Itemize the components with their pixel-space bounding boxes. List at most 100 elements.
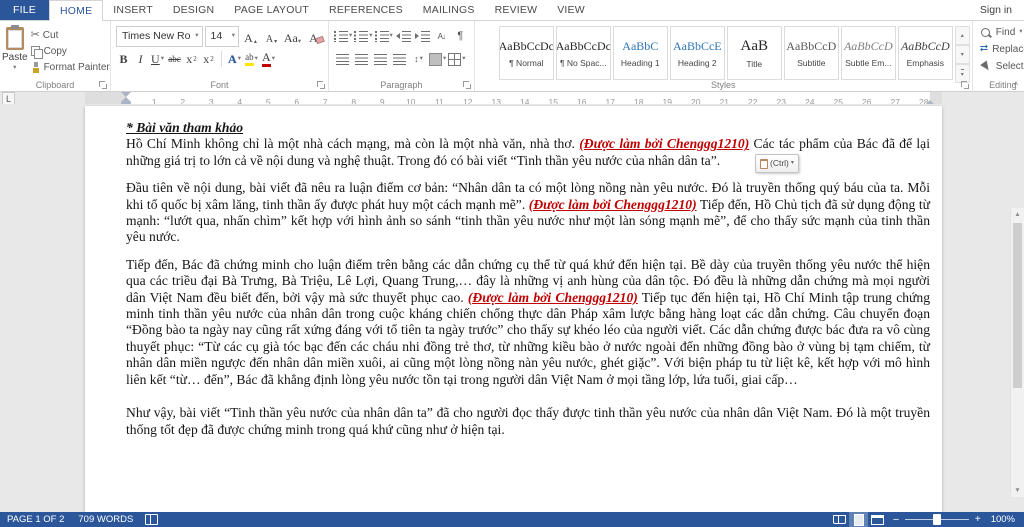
align-right-button[interactable] bbox=[372, 50, 389, 68]
shading-button[interactable]: ▾ bbox=[429, 50, 446, 68]
font-dialog-launcher[interactable] bbox=[317, 81, 325, 89]
style-item[interactable]: AaBbCcDc ¶ No Spac... bbox=[555, 26, 611, 80]
highlight-icon: ab bbox=[245, 52, 254, 66]
paste-options-button[interactable]: (Ctrl) ▾ bbox=[755, 154, 799, 173]
paragraph[interactable]: Như vậy, bài viết “Tinh thần yêu nước củ… bbox=[126, 405, 930, 438]
align-center-button[interactable] bbox=[353, 50, 370, 68]
sign-in-button[interactable]: Sign in bbox=[968, 0, 1024, 20]
multilevel-list-button[interactable]: ▾ bbox=[374, 27, 393, 45]
document-page[interactable]: * Bài văn tham khảo Hồ Chí Minh không ch… bbox=[85, 106, 942, 512]
zoom-out-button[interactable]: – bbox=[887, 514, 905, 525]
select-button[interactable]: Select ▾ bbox=[979, 58, 1024, 74]
document-heading[interactable]: * Bài văn tham khảo bbox=[126, 120, 930, 136]
find-button[interactable]: Find ▾ bbox=[980, 24, 1024, 40]
bold-button[interactable]: B bbox=[116, 50, 131, 68]
scrollbar-thumb[interactable] bbox=[1013, 223, 1022, 388]
style-item[interactable]: AaBbCcDc ¶ Normal bbox=[498, 26, 554, 80]
bullets-button[interactable]: ▾ bbox=[334, 27, 352, 45]
align-center-icon bbox=[355, 53, 368, 65]
grow-font-button[interactable]: A ▴ bbox=[241, 27, 260, 45]
clear-formatting-button[interactable]: A bbox=[304, 27, 323, 45]
borders-button[interactable]: ▾ bbox=[448, 50, 466, 68]
clipboard-group: Paste ▾ ✂ Cut Copy Format Painter Clipbo… bbox=[0, 21, 111, 91]
line-spacing-button[interactable]: ↕ ▾ bbox=[410, 50, 427, 68]
zoom-slider[interactable] bbox=[904, 514, 969, 525]
collapse-ribbon-button[interactable]: ^ bbox=[1014, 80, 1018, 90]
paragraph-dialog-launcher[interactable] bbox=[462, 81, 471, 89]
scroll-down-button[interactable]: ▼ bbox=[1011, 484, 1024, 497]
italic-button[interactable]: I bbox=[133, 50, 148, 68]
ribbon-tab[interactable]: MAILINGS bbox=[413, 0, 485, 20]
zoom-slider-thumb[interactable] bbox=[932, 514, 941, 525]
select-label: Select bbox=[995, 60, 1024, 72]
align-left-button[interactable] bbox=[334, 50, 351, 68]
zoom-in-button[interactable]: + bbox=[969, 514, 987, 525]
clipboard-dialog-launcher[interactable] bbox=[99, 81, 107, 89]
style-gallery-scroll: ▴ ▾ ▾ bbox=[954, 26, 970, 83]
paste-button[interactable]: Paste ▾ bbox=[2, 24, 28, 75]
style-item[interactable]: AaBbCcD Emphasis bbox=[897, 26, 953, 80]
subscript-button[interactable]: x2 bbox=[184, 50, 199, 68]
zoom-percentage[interactable]: 100% bbox=[987, 514, 1024, 525]
decrease-indent-button[interactable] bbox=[395, 27, 412, 45]
justify-button[interactable] bbox=[391, 50, 408, 68]
style-item[interactable]: AaBbCcD Subtle Em... bbox=[840, 26, 896, 80]
format-painter-button[interactable]: Format Painter bbox=[28, 59, 113, 75]
cut-button[interactable]: ✂ Cut bbox=[28, 27, 113, 43]
superscript-2: 2 bbox=[210, 55, 214, 63]
text-effects-button[interactable]: A ▾ bbox=[227, 50, 242, 68]
font-family-select[interactable]: Times New Ro ▾ bbox=[116, 25, 203, 47]
copy-icon bbox=[30, 45, 43, 59]
chevron-down-icon: ▾ bbox=[369, 31, 373, 39]
paragraph[interactable]: Đầu tiên về nội dung, bài viết đã nêu ra… bbox=[126, 180, 930, 246]
font-family-value: Times New Ro bbox=[122, 30, 191, 42]
page-count[interactable]: PAGE 1 OF 2 bbox=[0, 514, 71, 525]
paragraph[interactable]: Hồ Chí Minh không chỉ là một nhà cách mạ… bbox=[126, 136, 930, 169]
scroll-up-button[interactable]: ▲ bbox=[1011, 208, 1024, 221]
ribbon-tab[interactable]: HOME bbox=[48, 0, 104, 21]
clipboard-icon bbox=[760, 158, 768, 169]
proofing-icon[interactable] bbox=[145, 514, 159, 525]
read-mode-button[interactable] bbox=[830, 512, 849, 527]
increase-indent-button[interactable] bbox=[414, 27, 431, 45]
underline-button[interactable]: U ▾ bbox=[150, 50, 165, 68]
font-color-button[interactable]: A ▾ bbox=[261, 50, 276, 68]
gallery-scroll-up-button[interactable]: ▴ bbox=[954, 26, 970, 45]
vertical-scrollbar[interactable]: ▲ ▼ bbox=[1010, 208, 1024, 497]
show-formatting-marks-button[interactable]: ¶ bbox=[452, 27, 469, 45]
ribbon-tab[interactable]: DESIGN bbox=[163, 0, 224, 20]
paragraph[interactable]: Tiếp đến, Bác đã chứng minh cho luận điể… bbox=[126, 257, 930, 388]
underline-icon: U bbox=[151, 51, 160, 66]
sort-button[interactable]: A↓ bbox=[433, 27, 450, 45]
copy-button[interactable]: Copy bbox=[28, 43, 113, 59]
gallery-scroll-down-button[interactable]: ▾ bbox=[954, 45, 970, 64]
font-size-select[interactable]: 14 ▾ bbox=[204, 25, 239, 47]
word-count[interactable]: 709 WORDS bbox=[71, 514, 140, 525]
replace-button[interactable]: ⇄ Replace bbox=[980, 41, 1024, 57]
style-sample: AaBbCcDc bbox=[498, 38, 554, 53]
font-color-icon: A bbox=[262, 51, 271, 67]
change-case-button[interactable]: Aa ▾ bbox=[283, 27, 302, 45]
style-item[interactable]: AaBbCcD Subtitle bbox=[783, 26, 839, 80]
shrink-font-button[interactable]: A ▾ bbox=[262, 27, 281, 45]
superscript-button[interactable]: x2 bbox=[201, 50, 216, 68]
ribbon-tab[interactable]: REVIEW bbox=[485, 0, 548, 20]
highlight-button[interactable]: ab ▾ bbox=[244, 50, 259, 68]
paragraph-group: ▾ ▾ ▾ A↓ ¶ ↕ ▾ ▾ ▾ Paragraph bbox=[329, 21, 475, 91]
styles-dialog-launcher[interactable] bbox=[960, 81, 969, 89]
style-item[interactable]: AaBbCcE Heading 2 bbox=[669, 26, 725, 80]
ribbon-tab[interactable]: VIEW bbox=[547, 0, 595, 20]
ribbon-tab[interactable]: FILE bbox=[0, 0, 49, 20]
web-layout-button[interactable] bbox=[868, 512, 887, 527]
style-item[interactable]: AaB Title bbox=[726, 26, 782, 80]
ribbon-tab[interactable]: INSERT bbox=[103, 0, 163, 20]
down-arrow-icon: ▾ bbox=[960, 52, 964, 58]
ribbon-tabs: FILE HOME INSERT DESIGN PAGE LAYOUT REFE… bbox=[0, 0, 595, 21]
ribbon-tab[interactable]: REFERENCES bbox=[319, 0, 413, 20]
numbering-button[interactable]: ▾ bbox=[354, 27, 373, 45]
strikethrough-button[interactable]: abc bbox=[167, 50, 182, 68]
print-layout-button[interactable] bbox=[849, 512, 869, 527]
ribbon-tab[interactable]: PAGE LAYOUT bbox=[224, 0, 319, 20]
style-item[interactable]: AaBbC Heading 1 bbox=[612, 26, 668, 80]
superscript-icon: x bbox=[203, 51, 210, 66]
